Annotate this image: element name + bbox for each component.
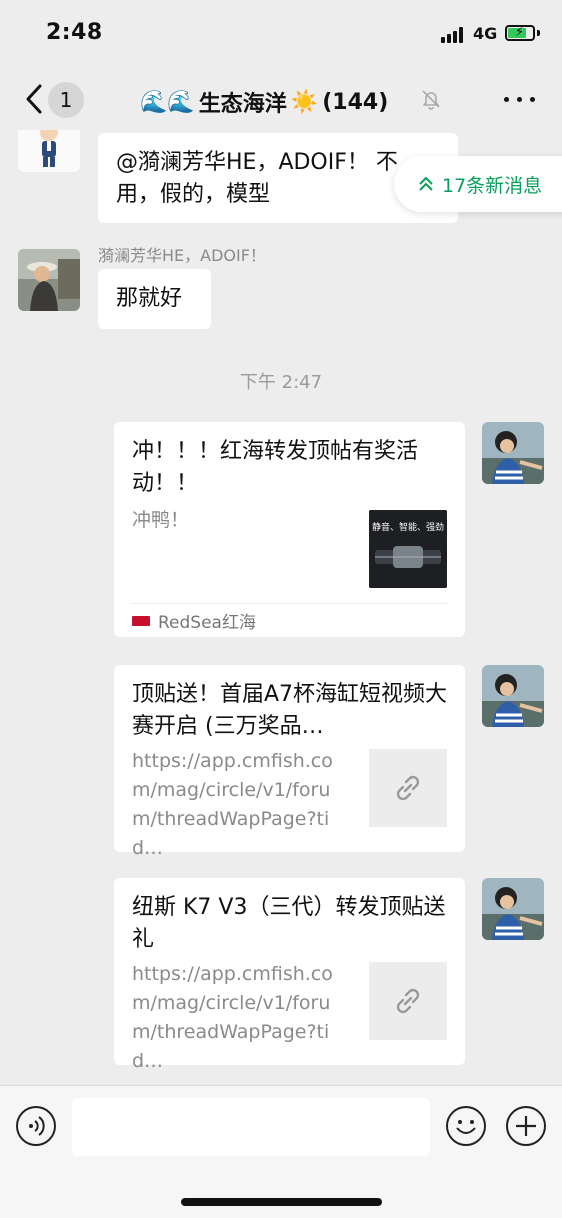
- unread-count-badge[interactable]: 1: [48, 82, 84, 118]
- message-input[interactable]: [72, 1098, 430, 1156]
- card-source: RedSea红海: [158, 613, 256, 633]
- emoji-button[interactable]: [446, 1106, 486, 1146]
- shared-link-card[interactable]: 顶贴送！首届A7杯海缸短视频大赛开启 (三万奖品… https://app.cm…: [114, 665, 465, 859]
- mute-bell-icon: [422, 90, 440, 110]
- card-description: 冲鸭！: [132, 509, 190, 531]
- link-thumbnail: [369, 962, 447, 1040]
- wave-emoji: 🌊🌊: [140, 89, 195, 115]
- card-title: 冲！！！红海转发顶帖有奖活动！！: [132, 439, 419, 496]
- link-icon: [396, 988, 420, 1014]
- message-text: 用，假的，模型: [116, 182, 271, 207]
- battery-icon: ⚡: [505, 25, 535, 41]
- more-icon[interactable]: [504, 97, 536, 103]
- emoji-icon: [456, 1120, 476, 1134]
- redsea-logo-icon: [132, 615, 150, 626]
- network-label: 4G: [473, 24, 498, 43]
- voice-button[interactable]: [16, 1106, 56, 1146]
- status-time: 2:48: [46, 20, 103, 45]
- message-bubble[interactable]: 那就好: [98, 269, 211, 329]
- double-chevron-up-icon: [419, 176, 433, 191]
- status-bar: 2:48 4G ⚡: [0, 0, 562, 68]
- link-icon: [396, 775, 420, 801]
- card-title: 纽斯 K7 V3（三代）转发顶贴送礼: [132, 895, 446, 952]
- card-footer: RedSea红海: [132, 603, 447, 637]
- self-avatar[interactable]: [482, 878, 544, 940]
- avatar[interactable]: [18, 130, 80, 172]
- card-url: https://app.cmfish.com/mag/circle/v1/for…: [132, 963, 333, 1072]
- new-messages-pill[interactable]: 17条新消息: [394, 156, 562, 212]
- message-text: @漪澜芳华HE，ADOIF！ 不: [116, 150, 398, 175]
- signal-icon: [441, 27, 465, 43]
- card-title: 顶贴送！首届A7杯海缸短视频大赛开启 (三万奖品…: [132, 682, 448, 739]
- chat-title-text: 生态海洋: [198, 92, 287, 117]
- plus-button[interactable]: [506, 1106, 546, 1146]
- chat-title[interactable]: 🌊🌊 生态海洋 ☀️ (144): [140, 86, 388, 118]
- back-icon: [26, 84, 42, 114]
- timestamp: 下午 2:47: [239, 372, 323, 393]
- self-avatar[interactable]: [482, 665, 544, 727]
- sun-emoji: ☀️: [290, 89, 319, 115]
- card-url: https://app.cmfish.com/mag/circle/v1/for…: [132, 750, 333, 859]
- new-messages-label: 17条新消息: [442, 174, 543, 197]
- member-count: (144): [322, 89, 389, 115]
- self-avatar[interactable]: [482, 422, 544, 484]
- shared-card[interactable]: 冲！！！红海转发顶帖有奖活动！！ 冲鸭！ 静音、智能、强劲 RedSea红海: [114, 422, 465, 637]
- avatar[interactable]: [18, 249, 80, 311]
- thumbnail-caption: 静音、智能、强劲: [371, 523, 444, 533]
- message-text: 那就好: [116, 286, 183, 311]
- sender-name: 漪澜芳华HE，ADOIF！: [98, 246, 266, 265]
- plus-icon: [516, 1116, 536, 1136]
- home-indicator[interactable]: [181, 1198, 382, 1206]
- battery-tip: [537, 30, 540, 36]
- link-thumbnail: [369, 749, 447, 827]
- back-button[interactable]: [20, 81, 50, 117]
- shared-link-card[interactable]: 纽斯 K7 V3（三代）转发顶贴送礼 https://app.cmfish.co…: [114, 878, 465, 1072]
- voice-icon: [29, 1116, 45, 1136]
- chat-area[interactable]: @漪澜芳华HE，ADOIF！ 不 用，假的，模型 漪澜芳华HE，ADOIF！ 那…: [0, 130, 562, 1085]
- card-thumbnail: 静音、智能、强劲: [369, 510, 447, 588]
